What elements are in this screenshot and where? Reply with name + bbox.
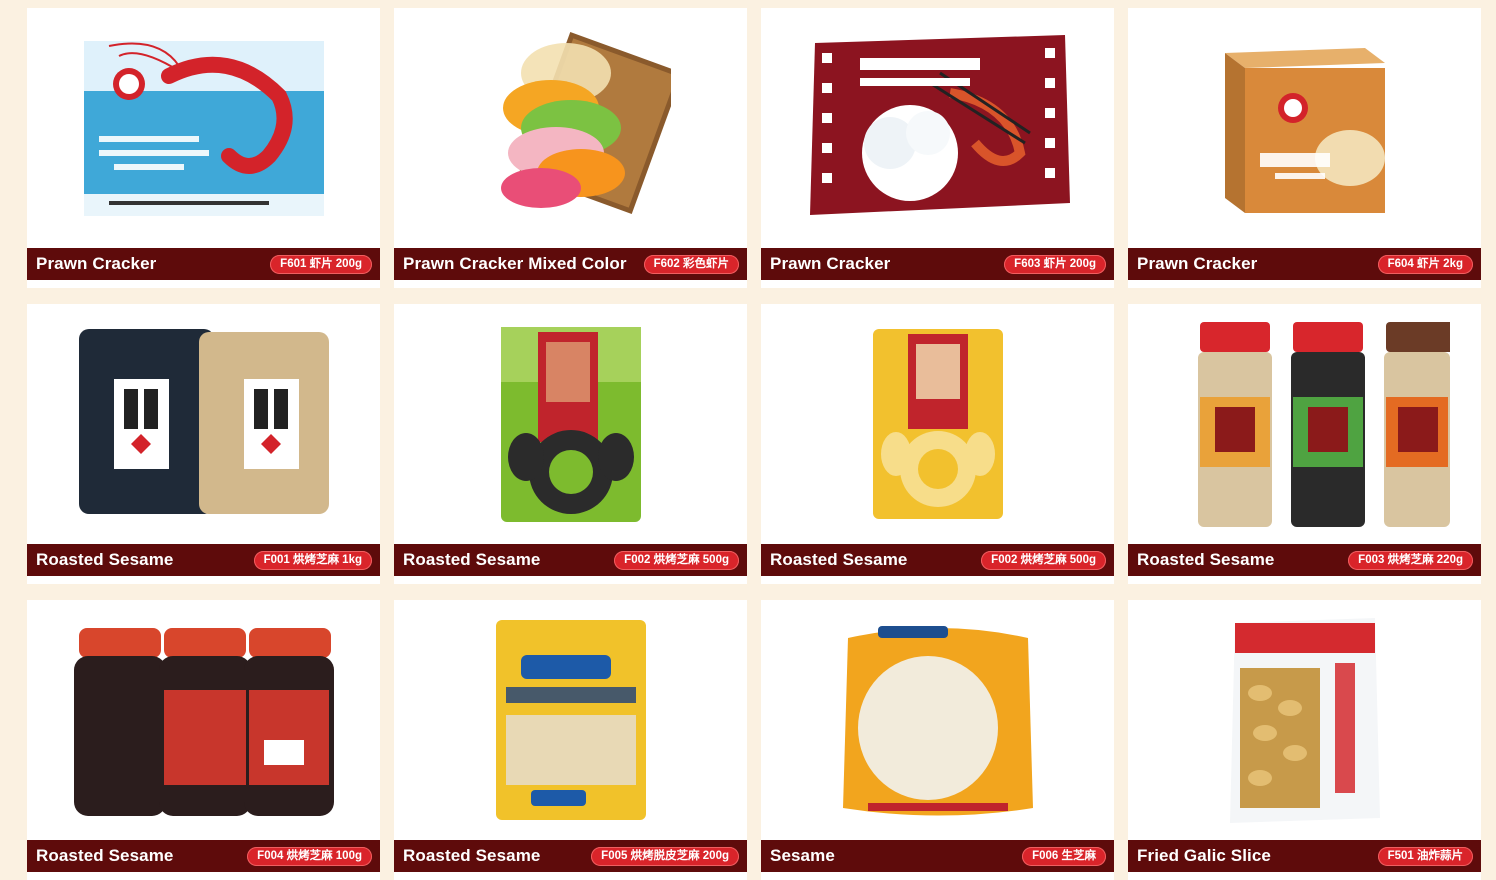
product-card[interactable]: Roasted Sesame F002 烘烤芝麻 500g bbox=[761, 304, 1114, 584]
product-name: Prawn Cracker bbox=[36, 254, 157, 273]
product-image[interactable] bbox=[1128, 304, 1481, 544]
product-image[interactable] bbox=[1128, 600, 1481, 840]
product-code-badge: F003 烘烤芝麻 220g bbox=[1348, 550, 1473, 570]
product-code-badge: F006 生芝麻 bbox=[1022, 846, 1106, 866]
product-code-badge: F005 烘烤脱皮芝麻 200g bbox=[591, 846, 739, 866]
product-code-badge: F501 油炸蒜片 bbox=[1377, 846, 1473, 866]
product-caption: Roasted Sesame F005 烘烤脱皮芝麻 200g bbox=[394, 840, 747, 872]
product-grid: Prawn Cracker F601 虾片 200g Prawn Cracker… bbox=[27, 8, 1481, 880]
product-caption: Roasted Sesame F003 烘烤芝麻 220g bbox=[1128, 544, 1481, 576]
product-caption: Roasted Sesame F002 烘烤芝麻 500g bbox=[394, 544, 747, 576]
prawn-cracker-box-icon bbox=[83, 40, 324, 216]
product-name: Prawn Cracker bbox=[770, 254, 891, 273]
product-code-badge: F604 虾片 2kg bbox=[1377, 254, 1473, 274]
product-caption: Fried Galic Slice F501 油炸蒜片 bbox=[1128, 840, 1481, 872]
product-card[interactable]: Fried Galic Slice F501 油炸蒜片 bbox=[1128, 600, 1481, 880]
product-name: Roasted Sesame bbox=[770, 550, 908, 569]
product-code-badge: F603 虾片 200g bbox=[1004, 254, 1106, 274]
product-image[interactable] bbox=[394, 600, 747, 840]
product-image[interactable] bbox=[394, 304, 747, 544]
product-name: Roasted Sesame bbox=[36, 550, 174, 569]
product-card[interactable]: Roasted Sesame F002 烘烤芝麻 500g bbox=[394, 304, 747, 584]
product-image[interactable] bbox=[27, 600, 380, 840]
product-caption: Prawn Cracker Mixed Color F602 彩色虾片 bbox=[394, 248, 747, 280]
product-code-badge: F002 烘烤芝麻 500g bbox=[981, 550, 1106, 570]
fried-garlic-bag-icon bbox=[1229, 617, 1380, 823]
black-sesame-jars-icon bbox=[73, 628, 334, 816]
product-code-badge: F002 烘烤芝麻 500g bbox=[614, 550, 739, 570]
product-image[interactable] bbox=[761, 600, 1114, 840]
product-name: Sesame bbox=[770, 846, 835, 865]
product-caption: Roasted Sesame F002 烘烤芝麻 500g bbox=[761, 544, 1114, 576]
product-caption: Prawn Cracker F604 虾片 2kg bbox=[1128, 248, 1481, 280]
product-name: Roasted Sesame bbox=[36, 846, 174, 865]
product-card[interactable]: Roasted Sesame F004 烘烤芝麻 100g bbox=[27, 600, 380, 880]
product-image[interactable] bbox=[27, 304, 380, 544]
product-code-badge: F601 虾片 200g bbox=[270, 254, 372, 274]
product-card[interactable]: Roasted Sesame F003 烘烤芝麻 220g bbox=[1128, 304, 1481, 584]
black-sesame-pouch-icon bbox=[500, 326, 641, 522]
product-image[interactable] bbox=[394, 8, 747, 248]
product-image[interactable] bbox=[761, 8, 1114, 248]
prawn-cracker-carton-icon bbox=[1224, 48, 1385, 213]
product-caption: Roasted Sesame F001 烘烤芝麻 1kg bbox=[27, 544, 380, 576]
product-code-badge: F001 烘烤芝麻 1kg bbox=[253, 550, 372, 570]
sesame-bags-icon bbox=[78, 329, 329, 514]
product-code-badge: F004 烘烤芝麻 100g bbox=[247, 846, 372, 866]
product-image[interactable] bbox=[27, 8, 380, 248]
product-name: Roasted Sesame bbox=[403, 550, 541, 569]
product-caption: Prawn Cracker F603 虾片 200g bbox=[761, 248, 1114, 280]
product-card[interactable]: Roasted Sesame F005 烘烤脱皮芝麻 200g bbox=[394, 600, 747, 880]
product-card[interactable]: Prawn Cracker F603 虾片 200g bbox=[761, 8, 1114, 288]
product-name: Prawn Cracker bbox=[1137, 254, 1258, 273]
product-card[interactable]: Prawn Cracker F604 虾片 2kg bbox=[1128, 8, 1481, 288]
jessys-beignets-box-icon bbox=[810, 35, 1070, 215]
mixed-color-crackers-icon bbox=[500, 32, 671, 214]
product-card[interactable]: Prawn Cracker F601 虾片 200g bbox=[27, 8, 380, 288]
sesame-jars-icon bbox=[1197, 321, 1450, 527]
product-image[interactable] bbox=[1128, 8, 1481, 248]
raw-sesame-sack-icon bbox=[842, 625, 1033, 815]
product-name: Fried Galic Slice bbox=[1137, 846, 1271, 865]
product-name: Roasted Sesame bbox=[1137, 550, 1275, 569]
product-caption: Sesame F006 生芝麻 bbox=[761, 840, 1114, 872]
product-card[interactable]: Roasted Sesame F001 烘烤芝麻 1kg bbox=[27, 304, 380, 584]
product-caption: Roasted Sesame F004 烘烤芝麻 100g bbox=[27, 840, 380, 872]
hulled-sesame-bag-icon bbox=[495, 620, 646, 820]
product-caption: Prawn Cracker F601 虾片 200g bbox=[27, 248, 380, 280]
product-code-badge: F602 彩色虾片 bbox=[643, 254, 739, 274]
product-card[interactable]: Sesame F006 生芝麻 bbox=[761, 600, 1114, 880]
product-image[interactable] bbox=[761, 304, 1114, 544]
product-name: Prawn Cracker Mixed Color bbox=[403, 254, 627, 273]
white-sesame-pouch-icon bbox=[872, 329, 1003, 519]
product-name: Roasted Sesame bbox=[403, 846, 541, 865]
product-card[interactable]: Prawn Cracker Mixed Color F602 彩色虾片 bbox=[394, 8, 747, 288]
